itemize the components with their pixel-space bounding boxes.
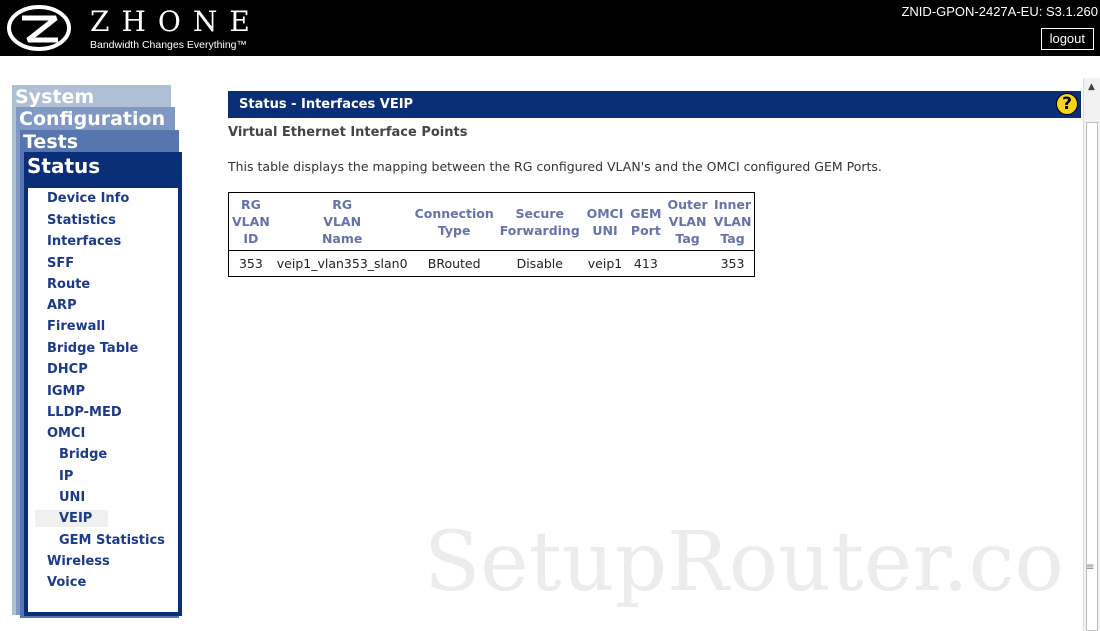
page-title-bar: Status - Interfaces VEIP <box>228 91 1081 118</box>
device-model-version: ZNID-GPON-2427A-EU: S3.1.260 <box>901 4 1098 19</box>
col-outer-vlan-tag: Outer VLAN Tag <box>667 197 708 246</box>
nav-item-arp[interactable]: ARP <box>47 298 77 313</box>
status-menu <box>28 188 178 612</box>
page-title: Status - Interfaces VEIP <box>239 97 414 112</box>
col-rg-vlan-name: RG VLAN Name <box>321 197 363 246</box>
nav-item-voice[interactable]: Voice <box>47 575 86 590</box>
nav-item-lldp-med[interactable]: LLDP-MED <box>47 405 122 420</box>
cell-rg-vlan-name: veip1_vlan353_slan0 <box>272 250 412 276</box>
nav-item-firewall[interactable]: Firewall <box>47 319 105 334</box>
nav-item-statistics[interactable]: Statistics <box>47 213 116 228</box>
nav-item-interfaces[interactable]: Interfaces <box>47 234 121 249</box>
tab-status-label: Status <box>27 154 101 178</box>
nav-item-bridge-table[interactable]: Bridge Table <box>47 341 138 356</box>
cell-connection-type: BRouted <box>411 250 497 276</box>
nav-item-sff[interactable]: SFF <box>47 256 74 271</box>
nav-item-wireless[interactable]: Wireless <box>47 554 110 569</box>
nav-item-omci-veip[interactable]: VEIP <box>35 510 109 527</box>
nav-item-omci[interactable]: OMCI <box>47 426 85 441</box>
nav-item-omci-bridge[interactable]: Bridge <box>59 447 107 462</box>
col-connection-type: Connection Type <box>414 205 494 238</box>
nav-item-igmp[interactable]: IGMP <box>47 384 85 399</box>
top-header: ZHONE Bandwidth Changes Everything™ ZNID… <box>0 0 1100 56</box>
table-header-row: RG VLAN ID RG VLAN Name Connection Type Secur… <box>229 193 754 250</box>
nav-item-route[interactable]: Route <box>47 277 90 292</box>
col-omci-uni: OMCI UNI <box>586 205 624 238</box>
cell-omci-uni: veip1 <box>582 250 628 276</box>
nav-item-omci-gem-statistics[interactable]: GEM Statistics <box>59 533 165 548</box>
col-inner-vlan-tag: Inner VLAN Tag <box>713 197 752 246</box>
brand-tagline: Bandwidth Changes Everything™ <box>90 39 248 51</box>
help-icon[interactable]: ? <box>1056 93 1078 115</box>
cell-rg-vlan-id: 353 <box>229 250 273 276</box>
cell-gem-port: 413 <box>627 250 665 276</box>
tab-tests-label: Tests <box>23 131 79 153</box>
zhone-logo-icon <box>7 5 71 51</box>
watermark: SetupRouter.co <box>424 515 1064 610</box>
cell-inner-vlan-tag: 353 <box>710 250 755 276</box>
veip-table: RG VLAN ID RG VLAN Name Connection Type Secur… <box>228 192 756 277</box>
scroll-up-arrow-icon[interactable]: ▲ <box>1088 82 1095 92</box>
section-heading: Virtual Ethernet Interface Points <box>228 125 468 140</box>
scroll-grip-icon: ≡ <box>1086 562 1095 573</box>
logout-button[interactable]: logout <box>1040 28 1094 50</box>
tab-configuration-label: Configuration <box>19 108 166 130</box>
nav-item-dhcp[interactable]: DHCP <box>47 362 88 377</box>
col-secure-forwarding: Secure Forwarding <box>499 205 580 238</box>
col-gem-port: GEM Port <box>630 205 662 238</box>
cell-secure-forwarding: Disable <box>496 250 583 276</box>
brand-name: ZHONE <box>90 5 262 38</box>
section-description: This table displays the mapping between … <box>228 159 882 174</box>
nav-item-omci-uni[interactable]: UNI <box>59 490 85 505</box>
table-row: 353 veip1_vlan353_slan0 BRouted Disable … <box>229 250 755 276</box>
scroll-thumb[interactable] <box>1086 122 1098 631</box>
tab-system-label: System <box>15 86 95 108</box>
nav-item-device-info[interactable]: Device Info <box>47 191 129 206</box>
nav-item-omci-ip[interactable]: IP <box>59 469 73 484</box>
vertical-scrollbar[interactable]: ▲ ≡ <box>1083 78 1100 631</box>
col-rg-vlan-id: RG VLAN ID <box>232 197 270 246</box>
cell-outer-vlan-tag <box>664 250 711 276</box>
